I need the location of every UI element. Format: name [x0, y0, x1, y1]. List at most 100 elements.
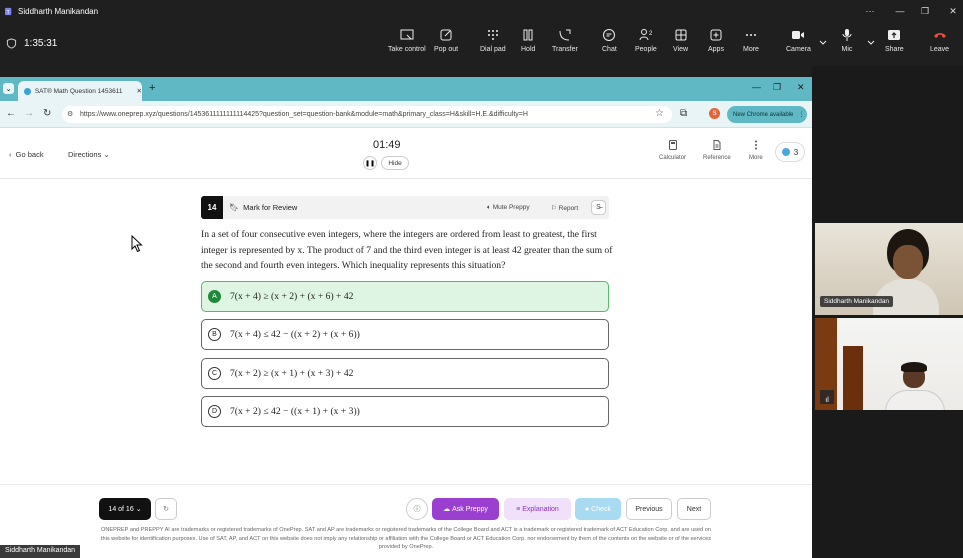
favicon-icon — [24, 87, 31, 95]
pop-out-button[interactable]: Pop out — [434, 28, 458, 53]
shared-browser-window: ⌄ SAT® Math Question 1453611 ✕ + — ❐ ✕ ←… — [0, 77, 812, 558]
directions-dropdown[interactable]: Directions ⌄ — [68, 150, 110, 159]
close-browser-icon[interactable]: ✕ — [797, 82, 805, 93]
answer-option-a[interactable]: A 7(x + 4) ≥ (x + 2) + (x + 6) + 42 — [201, 281, 609, 312]
restore-button[interactable]: ❐ — [910, 0, 940, 22]
back-arrow-icon[interactable]: ← — [6, 108, 16, 119]
browser-tab[interactable]: SAT® Math Question 1453611 ✕ — [18, 81, 142, 101]
tab-close-icon[interactable]: ✕ — [137, 87, 142, 95]
app-header: ‹ Go back Directions ⌄ 01:49 ❚❚ Hide Cal… — [0, 129, 812, 179]
new-tab-icon[interactable]: + — [149, 82, 155, 94]
explanation-button[interactable]: ≡ Explanation — [504, 498, 571, 520]
participant-face — [893, 245, 923, 279]
mic-options-chevron-icon[interactable] — [864, 36, 878, 54]
window-title: Siddharth Manikandan — [18, 6, 99, 16]
extensions-icon[interactable]: ⧉ — [680, 108, 687, 119]
call-timer: 1:35:31 — [6, 38, 57, 49]
pause-icon — [523, 29, 533, 41]
signal-bars-icon: ıl — [820, 390, 834, 404]
streak-badge[interactable]: 3 — [775, 142, 805, 162]
more-dots-icon — [745, 34, 756, 36]
hold-button[interactable]: Hold — [521, 28, 535, 53]
chevron-left-icon: ‹ — [9, 150, 12, 159]
pause-timer-icon[interactable]: ❚❚ — [363, 156, 377, 170]
calculator-icon — [668, 140, 677, 150]
calculator-button[interactable]: Calculator — [659, 140, 686, 161]
participant-videos: Siddharth Manikandan ıl — [812, 66, 963, 558]
question-header-bar: 14 🔖︎ Mark for Review 🔈︎ Mute Preppy ⚐ Re… — [201, 196, 609, 219]
profile-avatar[interactable]: S — [709, 108, 720, 119]
leave-button[interactable]: Leave — [930, 28, 949, 53]
hide-timer-button[interactable]: Hide — [381, 156, 409, 170]
people-icon: 2 — [639, 29, 653, 41]
self-video-tile[interactable]: ıl — [815, 318, 963, 410]
tab-bar: ⌄ SAT® Math Question 1453611 ✕ + — ❐ ✕ — [0, 77, 812, 101]
option-letter: B — [208, 328, 221, 341]
add-app-icon — [710, 29, 722, 41]
camera-options-chevron-icon[interactable] — [816, 36, 830, 54]
option-letter: A — [208, 290, 221, 303]
bookmark-star-icon[interactable]: ☆ — [655, 108, 664, 119]
forward-arrow-icon[interactable]: → — [24, 108, 34, 119]
chat-button[interactable]: Chat — [602, 28, 617, 53]
question-timer: 01:49 — [373, 139, 401, 151]
go-back-button[interactable]: ‹ Go back — [9, 150, 44, 159]
hang-up-icon — [933, 33, 946, 38]
view-button[interactable]: View — [673, 28, 688, 53]
camera-button[interactable]: Camera — [786, 28, 811, 53]
ask-preppy-button[interactable]: ☁ Ask Preppy — [432, 498, 499, 520]
shield-icon — [6, 38, 17, 49]
address-bar-row: ← → ↻ ⚙ https://www.oneprep.xyz/question… — [0, 101, 812, 128]
check-icon: ● — [584, 505, 590, 513]
reference-document-icon — [713, 140, 721, 150]
more-button[interactable]: More — [743, 28, 759, 53]
option-text: 7(x + 4) ≤ 42 − ((x + 2) + (x + 6)) — [230, 329, 360, 340]
answer-option-b[interactable]: B 7(x + 4) ≤ 42 − ((x + 2) + (x + 6)) — [201, 319, 609, 350]
more-options-icon[interactable]: ··· — [855, 0, 885, 22]
participant-name-label: Siddharth Manikandan — [820, 296, 894, 307]
reset-icon[interactable]: ↻ — [155, 498, 177, 520]
take-control-button[interactable]: Take control — [388, 28, 426, 53]
next-button[interactable]: Next — [677, 498, 711, 520]
answer-option-d[interactable]: D 7(x + 2) ≤ 42 − ((x + 1) + (x + 3)) — [201, 396, 609, 427]
option-letter: D — [208, 405, 221, 418]
page-footer: 14 of 16 ⌄ ↻ ⓘ ☁ Ask Preppy ≡ Explanatio… — [0, 484, 812, 558]
site-info-icon[interactable]: ⚙ — [67, 110, 73, 118]
pop-out-icon — [440, 29, 452, 41]
tab-search-icon[interactable]: ⌄ — [3, 83, 14, 94]
mute-preppy-button[interactable]: 🔈︎ Mute Preppy — [487, 204, 530, 212]
check-button[interactable]: ● Check — [575, 498, 621, 520]
reload-icon[interactable]: ↻ — [43, 108, 51, 119]
participant-video-tile[interactable]: Siddharth Manikandan — [815, 223, 963, 315]
mic-button[interactable]: Mic — [840, 28, 854, 53]
chevron-down-icon: ⌄ — [135, 506, 142, 513]
address-bar[interactable]: ⚙ https://www.oneprep.xyz/questions/1453… — [62, 106, 672, 123]
more-vertical-icon — [754, 140, 757, 150]
question-navigator-button[interactable]: 14 of 16 ⌄ — [99, 498, 151, 520]
transfer-button[interactable]: Transfer — [552, 28, 578, 53]
grid-view-icon — [675, 29, 687, 41]
previous-button[interactable]: Previous — [626, 498, 672, 520]
people-button[interactable]: 2 People — [635, 28, 657, 53]
new-chrome-available-button[interactable]: New Chrome available ⋮ — [727, 106, 807, 123]
dial-pad-button[interactable]: Dial pad — [480, 28, 506, 53]
apps-button[interactable]: Apps — [708, 28, 724, 53]
camera-icon — [792, 31, 805, 39]
share-button[interactable]: Share — [885, 28, 904, 53]
minimize-browser-icon[interactable]: — — [752, 82, 761, 92]
mark-for-review-button[interactable]: 🔖︎ Mark for Review — [229, 203, 297, 212]
answer-option-c[interactable]: C 7(x + 2) ≥ (x + 1) + (x + 3) + 42 — [201, 358, 609, 389]
explanation-icon: ≡ — [516, 505, 521, 513]
info-icon[interactable]: ⓘ — [406, 498, 428, 520]
kebab-menu-icon: ⋮ — [798, 112, 805, 118]
transfer-icon — [559, 29, 571, 41]
more-menu-button[interactable]: More — [749, 140, 763, 161]
report-button[interactable]: ⚐ Report — [551, 204, 578, 212]
restore-browser-icon[interactable]: ❐ — [773, 82, 781, 93]
eliminate-options-icon[interactable]: S̶ — [591, 200, 606, 215]
preppy-icon: ☁ — [443, 506, 451, 513]
oneprep-page: ‹ Go back Directions ⌄ 01:49 ❚❚ Hide Cal… — [0, 129, 812, 558]
reference-button[interactable]: Reference — [703, 140, 731, 161]
close-button[interactable]: ✕ — [938, 0, 963, 22]
dresser — [843, 346, 863, 410]
